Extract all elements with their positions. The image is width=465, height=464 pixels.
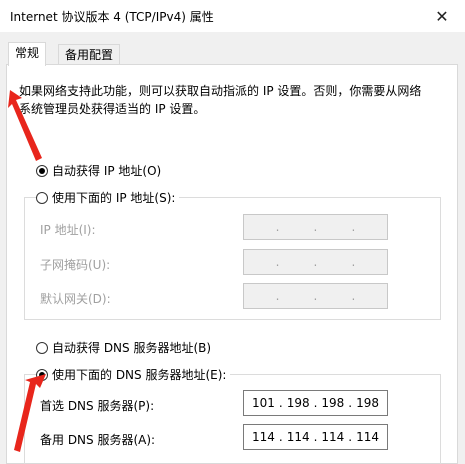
preferred-dns-label: 首选 DNS 服务器(P): xyxy=(40,399,155,413)
alternate-dns-label: 备用 DNS 服务器(A): xyxy=(40,433,156,447)
window-title: Internet 协议版本 4 (TCP/IPv4) 属性 xyxy=(10,10,214,24)
radio-manual-dns[interactable]: 使用下面的 DNS 服务器地址(E): xyxy=(36,366,231,383)
subnet-mask-input: . . . xyxy=(243,249,388,275)
preferred-dns-input[interactable]: 101. 198. 198. 198 xyxy=(243,390,388,416)
radio-auto-ip[interactable]: 自动获得 IP 地址(O) xyxy=(36,162,161,179)
ip-octet: 198 xyxy=(356,396,379,410)
ip-octet: 198 xyxy=(286,396,310,410)
tab-general[interactable]: 常规 xyxy=(8,42,47,66)
ip-octet: 114 xyxy=(356,430,379,444)
radio-auto-ip-label: 自动获得 IP 地址(O) xyxy=(52,164,162,178)
title-bar: Internet 协议版本 4 (TCP/IPv4) 属性 ✕ xyxy=(0,0,465,33)
red-arrow-icon xyxy=(8,90,42,161)
radio-manual-ip[interactable]: 使用下面的 IP 地址(S): xyxy=(36,189,180,206)
red-arrow-icon-top xyxy=(8,90,42,161)
ip-address-label: IP 地址(I): xyxy=(40,223,96,237)
radio-auto-ip-button[interactable] xyxy=(36,164,48,177)
description-text: 如果网络支持此功能，则可以获取自动指派的 IP 设置。否则，你需要从网络系统管理… xyxy=(19,84,422,116)
close-button[interactable]: ✕ xyxy=(419,0,465,32)
subnet-mask-label: 子网掩码(U): xyxy=(40,258,111,272)
ip-octet: 114 xyxy=(251,430,275,444)
ip-octet: 114 xyxy=(286,430,310,444)
tab-alternate-config[interactable]: 备用配置 xyxy=(58,44,121,65)
alternate-dns-input[interactable]: 114. 114. 114. 114 xyxy=(243,424,388,450)
radio-manual-ip-button[interactable] xyxy=(36,191,48,204)
radio-manual-dns-label: 使用下面的 DNS 服务器地址(E): xyxy=(52,368,227,382)
default-gateway-label: 默认网关(D): xyxy=(40,292,111,306)
red-arrow-icon xyxy=(14,374,46,452)
radio-auto-dns[interactable]: 自动获得 DNS 服务器地址(B) xyxy=(36,339,211,356)
ip-address-input: . . . xyxy=(243,214,388,240)
radio-manual-ip-label: 使用下面的 IP 地址(S): xyxy=(52,191,176,205)
red-arrow-icon-bottom xyxy=(14,374,46,452)
radio-auto-dns-label: 自动获得 DNS 服务器地址(B) xyxy=(52,341,212,355)
ip-octet: 101 xyxy=(251,396,275,410)
close-icon: ✕ xyxy=(435,6,449,26)
ip-octet: 198 xyxy=(321,396,345,410)
ip-octet: 114 xyxy=(321,430,345,444)
default-gateway-input: . . . xyxy=(243,283,388,309)
dns-manual-groupbox xyxy=(24,374,441,464)
radio-auto-dns-button[interactable] xyxy=(36,341,48,354)
